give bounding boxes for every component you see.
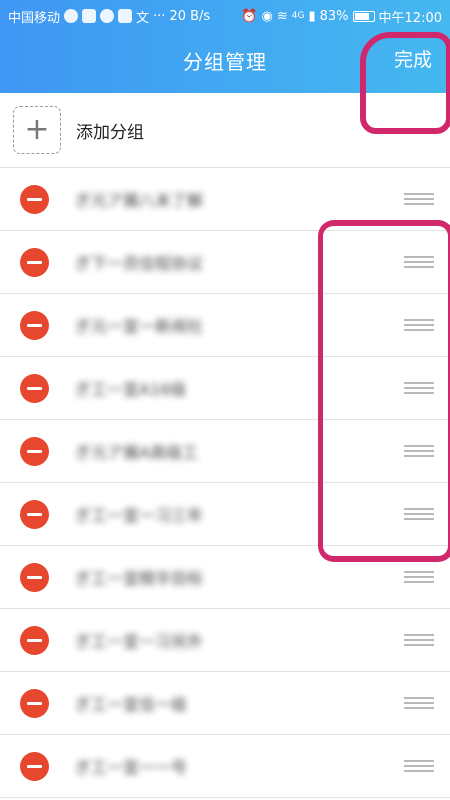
group-name: ぎ工一宣一习另外 xyxy=(75,632,204,651)
group-row: ぎ工一宣一习另外 xyxy=(0,609,450,672)
remove-icon[interactable] xyxy=(20,247,49,277)
carrier-label: 中国移动 xyxy=(8,10,61,26)
remove-icon[interactable] xyxy=(20,751,49,781)
network-type: 4G xyxy=(291,11,305,21)
network-speed: 20 B/s xyxy=(169,8,211,24)
app-header: 中国移动 ⽂ ··· 20 B/s ⏰ ◉ ≋ 4G ▮ 83% 中午12:00… xyxy=(0,0,450,93)
chat-icon xyxy=(64,9,79,23)
remove-icon[interactable] xyxy=(20,625,49,655)
more-icon: ··· xyxy=(153,8,166,24)
group-name: ぎ工一宣A16级 xyxy=(75,380,187,399)
remove-icon[interactable] xyxy=(20,373,49,403)
group-row: ぎ工一宣精华目标 xyxy=(0,546,450,609)
page-title: 分组管理 xyxy=(183,50,267,74)
drag-handle-icon[interactable] xyxy=(404,634,434,646)
signal-icon: ▮ xyxy=(308,8,316,24)
drag-handle-icon[interactable] xyxy=(404,508,434,520)
app-icon xyxy=(82,9,97,23)
drag-handle-icon[interactable] xyxy=(404,256,434,268)
done-button[interactable]: 完成 xyxy=(394,32,432,93)
clock: 中午12:00 xyxy=(378,10,442,26)
group-row: ぎ工一宣一一号 xyxy=(0,735,450,798)
drag-handle-icon[interactable] xyxy=(404,445,434,457)
group-name: ぎ工一宣信一级 xyxy=(75,695,188,714)
group-name: ぎ元一宣一新闻社 xyxy=(75,317,204,336)
remove-icon[interactable] xyxy=(20,499,49,529)
battery-percent: 83% xyxy=(319,8,349,24)
drag-handle-icon[interactable] xyxy=(404,193,434,205)
group-list: + 添加分组 ぎ元ア展八未了解 ぎ下一员信程协议 ぎ元一宣一新闻社 ぎ工一宣A1… xyxy=(0,93,450,798)
send-icon xyxy=(100,9,115,23)
group-name: ぎ元ア展A高级工 xyxy=(75,443,198,462)
drag-handle-icon[interactable] xyxy=(404,697,434,709)
calendar-icon xyxy=(118,9,133,23)
battery-icon xyxy=(352,10,375,22)
status-left: 中国移动 ⽂ ··· 20 B/s xyxy=(8,7,210,26)
add-group-label: 添加分组 xyxy=(76,122,144,143)
drag-handle-icon[interactable] xyxy=(404,760,434,772)
group-row: ぎ工一宣一习三年 xyxy=(0,483,450,546)
remove-icon[interactable] xyxy=(20,436,49,466)
group-name: ぎ工一宣精华目标 xyxy=(75,569,204,588)
wifi-icon: ≋ xyxy=(276,8,288,24)
status-bar: 中国移动 ⽂ ··· 20 B/s ⏰ ◉ ≋ 4G ▮ 83% 中午12:00 xyxy=(0,0,450,32)
group-row: ぎ元ア展八未了解 xyxy=(0,168,450,231)
remove-icon[interactable] xyxy=(20,562,49,592)
drag-handle-icon[interactable] xyxy=(404,319,434,331)
add-group-row[interactable]: + 添加分组 xyxy=(0,93,450,168)
group-row: ぎ元ア展A高级工 xyxy=(0,420,450,483)
group-row: ぎ工一宣A16级 xyxy=(0,357,450,420)
eye-icon: ◉ xyxy=(261,8,273,24)
group-row: ぎ下一员信程协议 xyxy=(0,231,450,294)
remove-icon[interactable] xyxy=(20,184,49,214)
drag-handle-icon[interactable] xyxy=(404,571,434,583)
remove-icon[interactable] xyxy=(20,310,49,340)
title-row: 分组管理 完成 xyxy=(0,32,450,93)
group-name: ぎ元ア展八未了解 xyxy=(75,191,204,210)
group-name: ぎ下一员信程协议 xyxy=(75,254,204,273)
alarm-icon: ⏰ xyxy=(241,8,258,24)
group-name: ぎ工一宣一一号 xyxy=(75,758,188,777)
add-icon[interactable]: + xyxy=(13,106,61,154)
translate-icon: ⽂ xyxy=(136,10,150,26)
drag-handle-icon[interactable] xyxy=(404,382,434,394)
remove-icon[interactable] xyxy=(20,688,49,718)
group-row: ぎ元一宣一新闻社 xyxy=(0,294,450,357)
group-name: ぎ工一宣一习三年 xyxy=(75,506,204,525)
status-right: ⏰ ◉ ≋ 4G ▮ 83% 中午12:00 xyxy=(241,7,442,26)
group-row: ぎ工一宣信一级 xyxy=(0,672,450,735)
